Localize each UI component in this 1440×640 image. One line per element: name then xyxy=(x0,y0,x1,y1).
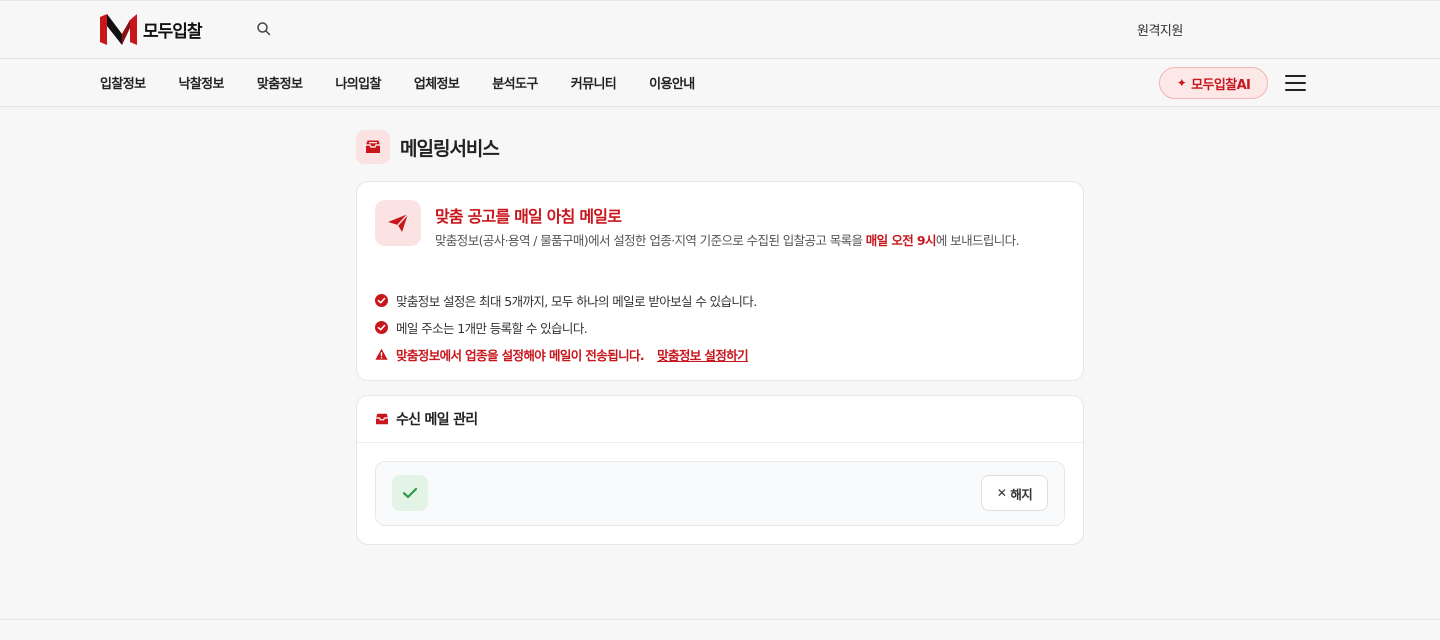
main-nav: 입찰정보 낙찰정보 맞춤정보 나의입찰 업체정보 분석도구 커뮤니티 이용안내 … xyxy=(0,59,1440,107)
info-item: 맞춤정보 설정은 최대 5개까지, 모두 하나의 메일로 받아보실 수 있습니다… xyxy=(375,287,757,314)
warning-item: 맞춤정보에서 업종을 설정해야 메일이 전송됩니다. 맞춤정보 설정하기 xyxy=(375,341,757,368)
intro-desc-highlight: 매일 오전 9시 xyxy=(865,233,937,248)
intro-desc-text: 맞춤정보(공사·용역 / 물품구매)에서 설정한 업종·지역 기준으로 수집된 … xyxy=(435,233,866,248)
check-circle-icon xyxy=(375,321,388,334)
unsubscribe-button[interactable]: ✕ 해지 xyxy=(981,475,1048,511)
nav-item-analysis-tools[interactable]: 분석도구 xyxy=(492,73,538,92)
recipient-mail-card: 수신 메일 관리 ✕ 해지 xyxy=(356,395,1084,545)
recipient-card-header: 수신 메일 관리 xyxy=(357,396,1083,443)
service-intro-card: 맞춤 공고를 매일 아침 메일로 맞춤정보(공사·용역 / 물품구매)에서 설정… xyxy=(356,181,1084,381)
site-logo[interactable]: 모두입찰 xyxy=(100,14,203,45)
mailbox-icon xyxy=(356,130,390,164)
warning-text: 맞춤정보에서 업종을 설정해야 메일이 전송됩니다. xyxy=(396,348,645,363)
info-item: 메일 주소는 1개만 등록할 수 있습니다. xyxy=(375,314,757,341)
page-header: 메일링서비스 xyxy=(356,130,500,164)
nav-item-custom-info[interactable]: 맞춤정보 xyxy=(257,73,303,92)
logo-text: 모두입찰 xyxy=(143,22,203,42)
nav-item-award-info[interactable]: 낙찰정보 xyxy=(178,73,224,92)
paper-plane-icon xyxy=(375,200,421,246)
ai-assistant-button[interactable]: ✦ 모두입찰AI xyxy=(1159,67,1268,99)
intro-desc-tail: 에 보내드립니다. xyxy=(935,233,1020,248)
nav-item-community[interactable]: 커뮤니티 xyxy=(571,73,617,92)
recipient-email-row: ✕ 해지 xyxy=(375,461,1065,526)
nav-item-bid-info[interactable]: 입찰정보 xyxy=(100,73,146,92)
search-button[interactable] xyxy=(256,21,274,39)
recipient-card-title: 수신 메일 관리 xyxy=(396,412,478,428)
verified-check-icon xyxy=(392,475,428,511)
info-list: 맞춤정보 설정은 최대 5개까지, 모두 하나의 메일로 받아보실 수 있습니다… xyxy=(375,287,757,368)
hamburger-icon xyxy=(1285,75,1307,91)
check-circle-icon xyxy=(375,294,388,307)
intro-title: 맞춤 공고를 매일 아침 메일로 xyxy=(435,207,622,226)
nav-item-company-info[interactable]: 업체정보 xyxy=(414,73,460,92)
page-title: 메일링서비스 xyxy=(400,137,500,160)
remote-support-link[interactable]: 원격지원 xyxy=(1137,20,1183,39)
info-item-text: 메일 주소는 1개만 등록할 수 있습니다. xyxy=(396,321,588,336)
search-icon xyxy=(257,22,271,36)
inbox-icon xyxy=(376,413,388,425)
warning-triangle-icon xyxy=(375,348,388,360)
top-header: 모두입찰 원격지원 xyxy=(0,0,1440,59)
unsubscribe-label: 해지 xyxy=(1010,486,1033,502)
logo-mark-icon xyxy=(100,14,137,45)
nav-item-my-bids[interactable]: 나의입찰 xyxy=(335,73,381,92)
intro-description: 맞춤정보(공사·용역 / 물품구매)에서 설정한 업종·지역 기준으로 수집된 … xyxy=(435,229,1067,252)
ai-button-label: 모두입찰AI xyxy=(1191,77,1251,93)
sparkle-icon: ✦ xyxy=(1176,76,1187,90)
nav-menu: 입찰정보 낙찰정보 맞춤정보 나의입찰 업체정보 분석도구 커뮤니티 이용안내 xyxy=(100,73,728,92)
info-item-text: 맞춤정보 설정은 최대 5개까지, 모두 하나의 메일로 받아보실 수 있습니다… xyxy=(396,294,757,309)
footer-divider xyxy=(0,619,1440,620)
close-icon: ✕ xyxy=(996,486,1007,500)
menu-button[interactable] xyxy=(1285,75,1307,91)
nav-item-guide[interactable]: 이용안내 xyxy=(649,73,695,92)
custom-info-settings-link[interactable]: 맞춤정보 설정하기 xyxy=(657,345,749,364)
